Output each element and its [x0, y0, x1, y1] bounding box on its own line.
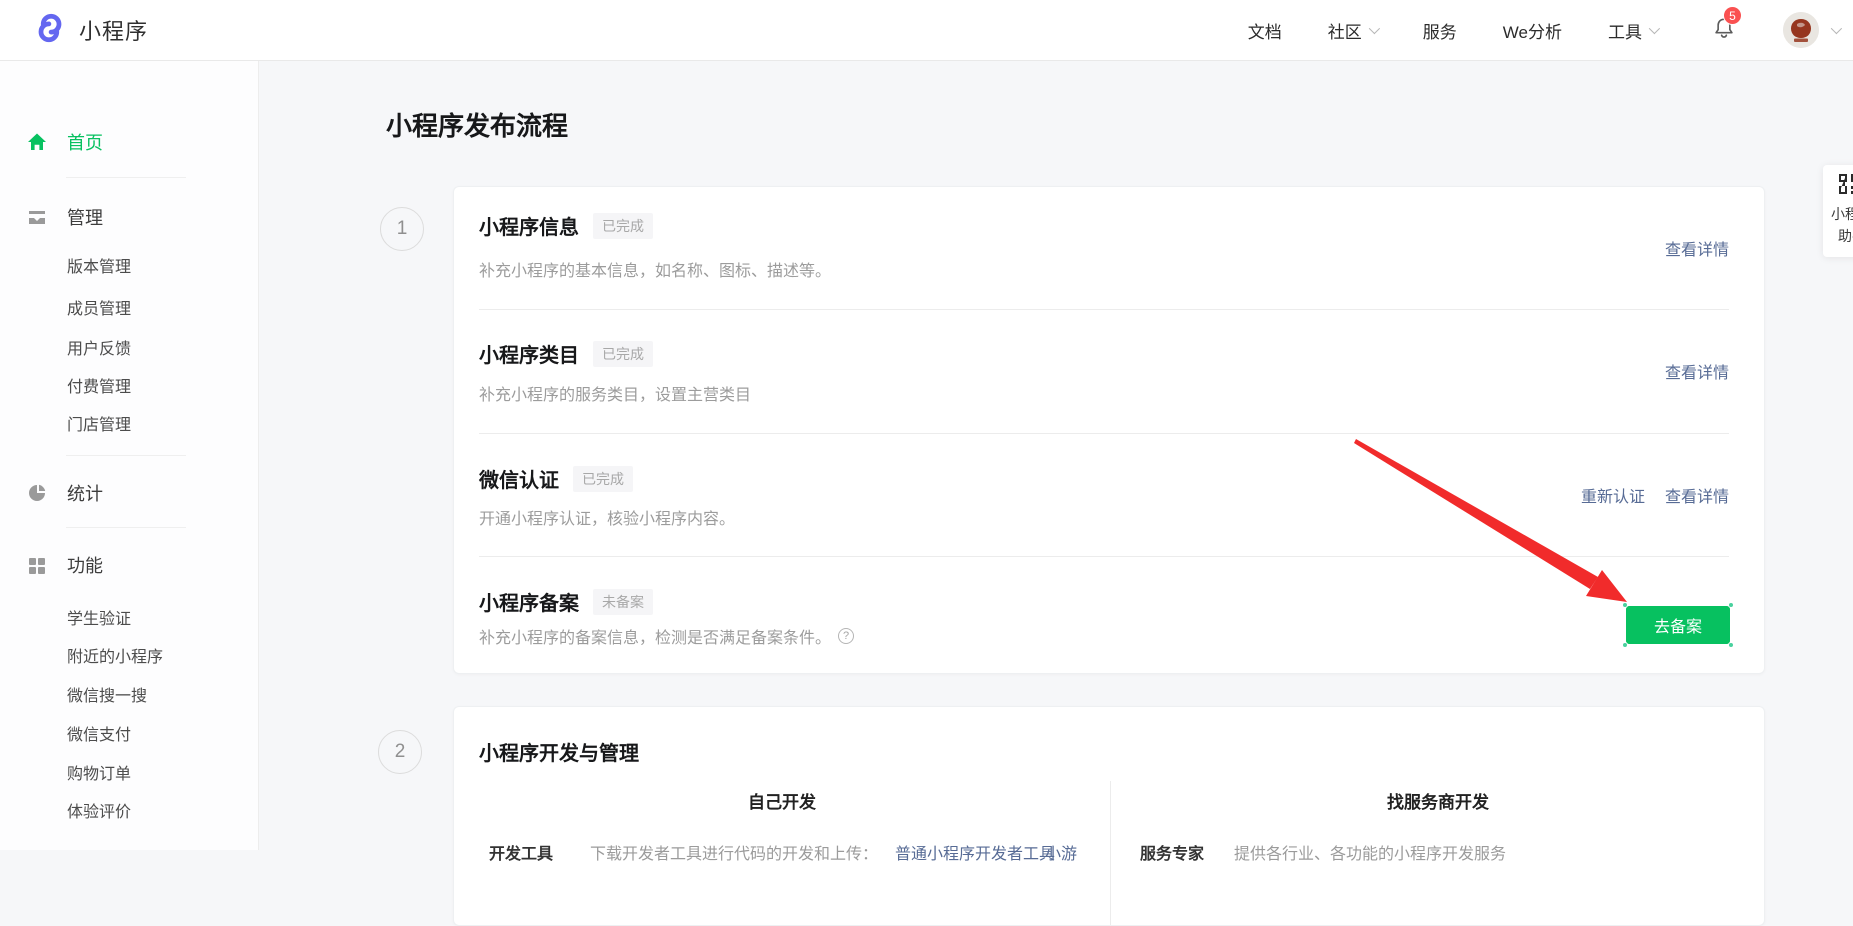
row-miniprogram-category: 小程序类目 已完成 补充小程序的服务类目，设置主营类目 查看详情: [454, 309, 1764, 433]
row-miniprogram-icp-filing: 小程序备案 未备案 补充小程序的备案信息，检测是否满足备案条件。 ?: [454, 556, 1764, 675]
sidebar-group-features[interactable]: 功能: [0, 551, 259, 579]
notification-bell[interactable]: 5: [1711, 5, 1742, 46]
widget-label: 小程序 助手: [1831, 206, 1853, 244]
nav-community[interactable]: 社区: [1328, 18, 1380, 43]
row-title: 微信认证: [479, 469, 559, 492]
qr-code-icon: [1838, 173, 1853, 200]
step-2-circle: 2: [378, 730, 422, 774]
sidebar-item-payment-manage[interactable]: 付费管理: [67, 375, 131, 401]
chevron-down-icon: [1368, 22, 1380, 35]
column-header-find-provider: 找服务商开发: [1387, 793, 1489, 812]
nav-docs[interactable]: 文档: [1248, 18, 1282, 43]
row-title: 小程序备案: [479, 592, 579, 615]
sidebar-group-manage[interactable]: 管理: [0, 203, 259, 231]
sidebar-item-user-feedback[interactable]: 用户反馈: [67, 337, 131, 363]
row-wechat-verification: 微信认证 已完成 开通小程序认证，核验小程序内容。 重新认证 查看详情: [454, 433, 1764, 556]
pie-chart-icon: [27, 483, 47, 503]
status-badge: 已完成: [573, 466, 633, 492]
view-details-link[interactable]: 查看详情: [1665, 236, 1729, 260]
status-badge: 已完成: [593, 213, 653, 239]
row-miniprogram-info: 小程序信息 已完成 补充小程序的基本信息，如名称、图标、描述等。 查看详情: [454, 187, 1764, 309]
row-description: 开通小程序认证，核验小程序内容。: [479, 511, 736, 528]
selection-handle: [1728, 602, 1734, 608]
nav-we-analytics[interactable]: We分析: [1503, 18, 1562, 43]
publish-flow-card: 小程序信息 已完成 补充小程序的基本信息，如名称、图标、描述等。 查看详情 小程…: [453, 186, 1765, 674]
reverify-link[interactable]: 重新认证: [1581, 483, 1645, 507]
selection-handle: [1622, 642, 1628, 648]
sidebar-divider: [66, 455, 186, 456]
sidebar-item-shopping-orders[interactable]: 购物订单: [67, 762, 131, 788]
sidebar-item-student-verify[interactable]: 学生验证: [67, 607, 131, 633]
chevron-down-icon: [1648, 22, 1661, 35]
top-header: 小程序 文档 社区 服务 We分析 工具 5: [0, 0, 1853, 61]
account-chevron-down-icon[interactable]: [1830, 22, 1843, 35]
sidebar-divider: [66, 177, 186, 178]
dev-tools-label: 开发工具: [489, 846, 554, 863]
view-details-link[interactable]: 查看详情: [1665, 359, 1729, 383]
row-title: 小程序类目: [479, 344, 579, 367]
row-title: 小程序信息: [479, 216, 579, 239]
inbox-icon: [27, 207, 47, 227]
status-badge: 已完成: [593, 341, 653, 367]
sidebar-item-wechat-search[interactable]: 微信搜一搜: [67, 684, 147, 710]
card2-title: 小程序开发与管理: [479, 743, 639, 765]
service-expert-label: 服务专家: [1140, 846, 1205, 863]
go-file-icp-button[interactable]: 去备案: [1622, 602, 1734, 648]
header-nav: 文档 社区 服务 We分析 工具: [1248, 18, 1661, 43]
sidebar-divider: [66, 527, 186, 528]
status-badge: 未备案: [593, 589, 653, 615]
sidebar-group-statistics[interactable]: 统计: [0, 479, 259, 507]
sidebar-item-experience-rating[interactable]: 体验评价: [67, 800, 131, 826]
bell-icon: [1711, 18, 1737, 45]
notification-badge: 5: [1723, 5, 1742, 25]
nav-services[interactable]: 服务: [1423, 18, 1457, 43]
sidebar-item-wechat-pay[interactable]: 微信支付: [67, 723, 131, 749]
service-expert-desc: 提供各行业、各功能的小程序开发服务: [1234, 846, 1507, 863]
miniprogram-assistant-widget[interactable]: 小程序 助手: [1823, 165, 1853, 257]
app-logo[interactable]: 小程序: [33, 11, 148, 50]
sidebar-item-version-manage[interactable]: 版本管理: [67, 255, 131, 281]
account-avatar[interactable]: [1783, 12, 1819, 48]
step-1-circle: 1: [380, 207, 424, 251]
help-question-icon[interactable]: ?: [838, 628, 855, 644]
row-description: 补充小程序的基本信息，如名称、图标、描述等。: [479, 263, 832, 280]
sidebar-item-store-manage[interactable]: 门店管理: [67, 413, 131, 439]
sidebar-item-home[interactable]: 首页: [0, 128, 259, 156]
card2-bottom-row: 开发工具 下载开发者工具进行代码的开发和上传： 普通小程序开发者工具 小游 服务…: [454, 840, 1764, 880]
app-title: 小程序: [79, 19, 149, 44]
devtools-link[interactable]: 普通小程序开发者工具: [895, 840, 1055, 864]
row-description: 补充小程序的备案信息，检测是否满足备案条件。: [479, 630, 832, 647]
sidebar: 首页 管理 版本管理 成员管理 用户反馈 付费管理 门店管理 统计 功能 学生验…: [0, 61, 259, 850]
sidebar-item-member-manage[interactable]: 成员管理: [67, 297, 131, 323]
column-header-self-develop: 自己开发: [748, 793, 816, 812]
dev-tools-desc: 下载开发者工具进行代码的开发和上传：: [590, 846, 879, 863]
row-description: 补充小程序的服务类目，设置主营类目: [479, 387, 752, 404]
miniprogram-logo-icon: [33, 11, 67, 50]
develop-manage-card: 小程序开发与管理 自己开发 找服务商开发 开发工具 下载开发者工具进行代码的开发…: [453, 706, 1765, 926]
page-title: 小程序发布流程: [386, 111, 569, 141]
minigame-link[interactable]: 小游: [1045, 840, 1077, 864]
grid-icon: [27, 555, 47, 575]
home-icon: [27, 132, 47, 152]
sidebar-item-nearby-miniprogram[interactable]: 附近的小程序: [67, 645, 163, 671]
view-details-link[interactable]: 查看详情: [1665, 483, 1729, 507]
selection-handle: [1622, 602, 1628, 608]
nav-tools[interactable]: 工具: [1608, 18, 1661, 43]
selection-handle: [1728, 642, 1734, 648]
